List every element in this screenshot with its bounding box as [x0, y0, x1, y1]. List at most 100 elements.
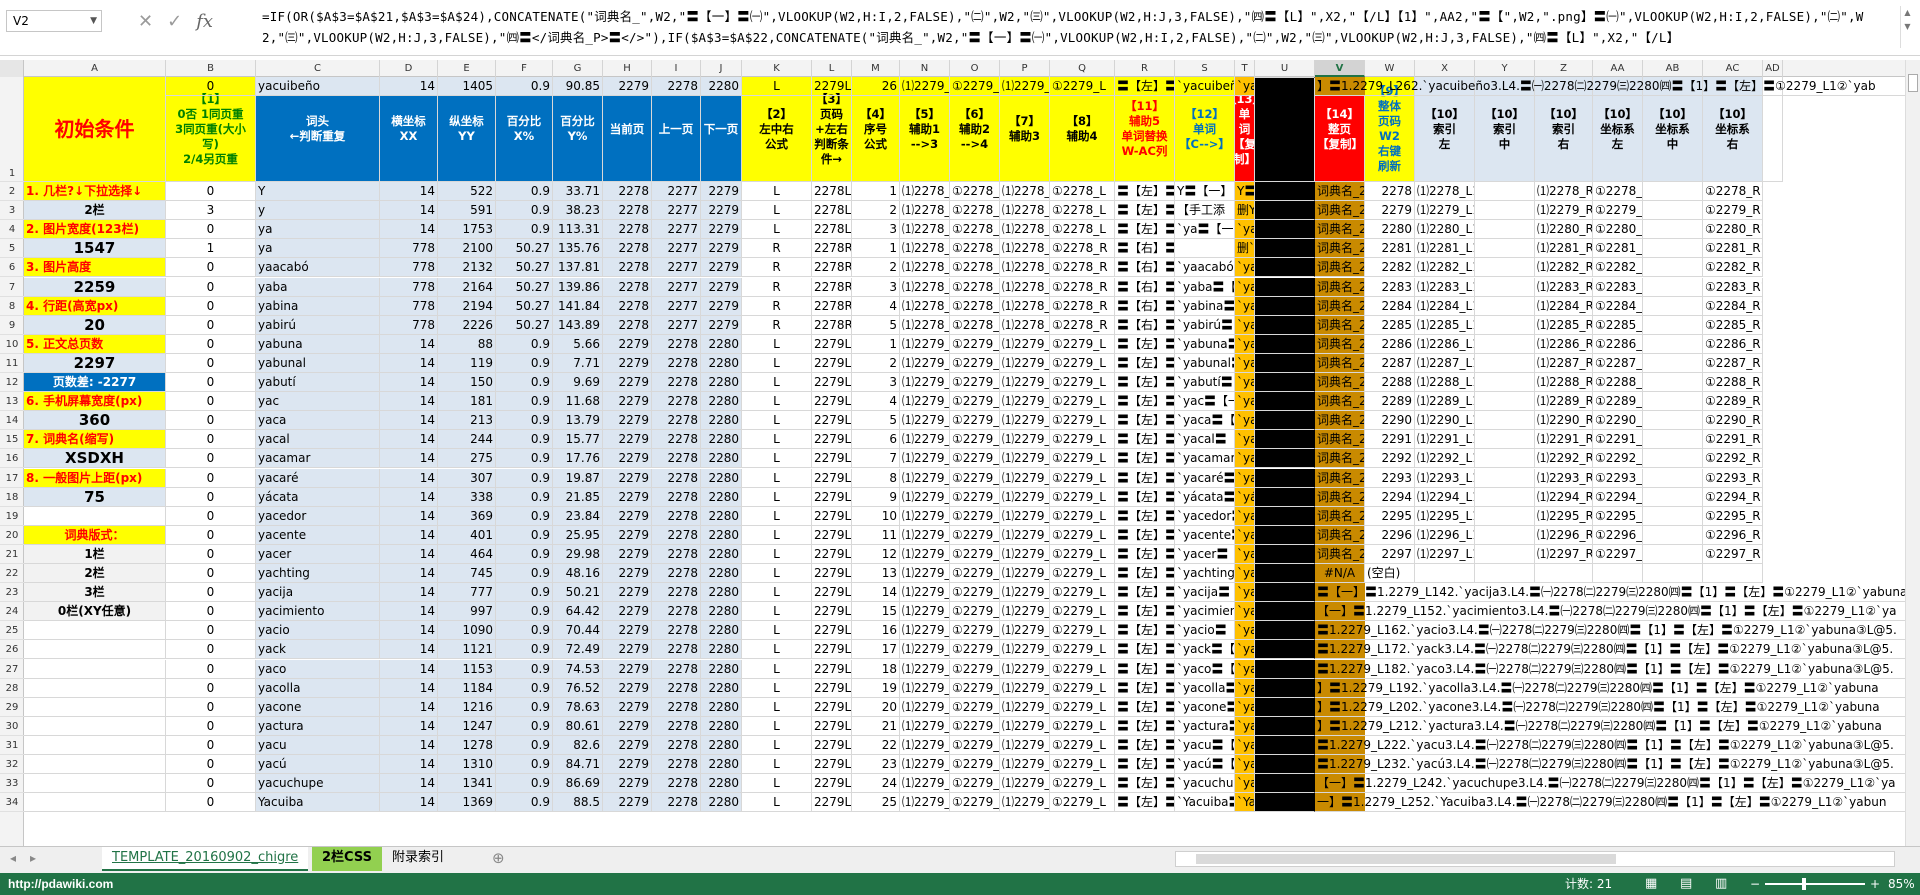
cell-C7[interactable]: yaba: [256, 277, 380, 297]
cell-U32[interactable]: [1255, 755, 1315, 775]
cell-N32[interactable]: ⑴2279_L: [900, 755, 950, 775]
cell-P13[interactable]: ⑴2279_L: [1000, 392, 1050, 412]
cell-U24[interactable]: [1255, 602, 1315, 622]
cell-W5[interactable]: 2281: [1365, 239, 1415, 259]
cell-S7[interactable]: `yaba〓【: [1175, 277, 1235, 297]
cell-H33[interactable]: 2279: [603, 774, 652, 794]
cell-AA20[interactable]: ①2296_L1: [1593, 525, 1643, 545]
cell-P15[interactable]: ⑴2279_L: [1000, 430, 1050, 450]
cell-D4[interactable]: 14: [380, 220, 438, 240]
cell-O2[interactable]: ①2278_L: [950, 182, 1000, 202]
cell-P17[interactable]: ⑴2279_L: [1000, 468, 1050, 488]
cell-X18[interactable]: ⑴2294_L1: [1415, 487, 1475, 507]
cell-I18[interactable]: 2278: [652, 487, 701, 507]
cell-I14[interactable]: 2278: [652, 411, 701, 431]
cell-A5[interactable]: 1547: [24, 239, 166, 259]
cell-E22[interactable]: 745: [438, 564, 496, 584]
cell-C3[interactable]: y: [256, 201, 380, 221]
cell-X6[interactable]: ⑴2282_L1: [1415, 258, 1475, 278]
cell-E30[interactable]: 1247: [438, 716, 496, 736]
cell-F16[interactable]: 0.9: [496, 449, 553, 469]
cell-D14[interactable]: 14: [380, 411, 438, 431]
column-header-Y[interactable]: Y: [1475, 60, 1535, 77]
cell-W2[interactable]: 2278: [1365, 182, 1415, 202]
cell-T2[interactable]: Y〓【一】: [1235, 182, 1255, 202]
row-header-23[interactable]: 23: [0, 583, 24, 603]
formula-scrollbar[interactable]: ▲ ▼: [1900, 6, 1914, 48]
cell-Q23[interactable]: ①2279_L: [1050, 583, 1115, 603]
cell-I28[interactable]: 2278: [652, 678, 701, 698]
cell-AA15[interactable]: ①2291_L1: [1593, 430, 1643, 450]
cell-U33[interactable]: [1255, 774, 1315, 794]
cell-J29[interactable]: 2280: [701, 697, 742, 717]
cell-P27[interactable]: ⑴2279_L: [1000, 659, 1050, 679]
cell-P30[interactable]: ⑴2279_L: [1000, 716, 1050, 736]
cell-AA2[interactable]: ①2278_L1: [1593, 182, 1643, 202]
cell-R35[interactable]: 〓【左】〓①: [1115, 77, 1175, 96]
cell-O15[interactable]: ①2279_L: [950, 430, 1000, 450]
cell-B35[interactable]: 0: [166, 77, 256, 96]
cell-AB8[interactable]: [1643, 296, 1703, 316]
cell-V15[interactable]: 词典名_22: [1315, 430, 1365, 450]
cell-T4[interactable]: `ya〓【一: [1235, 220, 1255, 240]
row-header-9[interactable]: 9: [0, 316, 24, 335]
cell-M28[interactable]: 19: [852, 678, 900, 698]
cell-R5[interactable]: 〓【右】〓①: [1115, 239, 1175, 259]
column-header-X[interactable]: X: [1415, 60, 1475, 77]
cell-AA16[interactable]: ①2292_L1: [1593, 449, 1643, 469]
cell-U3[interactable]: [1255, 201, 1315, 221]
cell-N29[interactable]: ⑴2279_L: [900, 697, 950, 717]
cell-I13[interactable]: 2278: [652, 392, 701, 412]
column-header-G[interactable]: G: [553, 60, 603, 77]
cell-T21[interactable]: `yacer〓【: [1235, 544, 1255, 564]
cell-C21[interactable]: yacer: [256, 544, 380, 564]
tab-prev-icon[interactable]: ◂: [10, 851, 16, 865]
cell-B24[interactable]: 0: [166, 602, 256, 622]
cell-E19[interactable]: 369: [438, 506, 496, 526]
cell-M21[interactable]: 12: [852, 544, 900, 564]
cell-N21[interactable]: ⑴2279_L: [900, 544, 950, 564]
cell-F34[interactable]: 0.9: [496, 793, 553, 813]
cell-Y22[interactable]: [1475, 564, 1535, 584]
cell-O23[interactable]: ①2279_L: [950, 583, 1000, 603]
cell-O17[interactable]: ①2279_L: [950, 468, 1000, 488]
cell-L31[interactable]: 2279L: [812, 735, 852, 755]
cell-AC19[interactable]: ①2295_R1②`Zuiderzee③: [1703, 506, 1763, 526]
cell-Z11[interactable]: ⑴2287_R1: [1535, 353, 1593, 373]
cell-L35[interactable]: 2279L: [812, 77, 852, 96]
cell-O19[interactable]: ①2279_L: [950, 506, 1000, 526]
cell-A22[interactable]: 2栏: [24, 564, 166, 584]
cell-N9[interactable]: ⑴2278_R: [900, 315, 950, 335]
cell-R3[interactable]: 〓【左】〓①: [1115, 201, 1175, 221]
cell-V9[interactable]: 词典名_22: [1315, 315, 1365, 335]
cell-E13[interactable]: 181: [438, 392, 496, 412]
cell-B32[interactable]: 0: [166, 755, 256, 775]
cell-K14[interactable]: L: [742, 411, 812, 431]
cell-F25[interactable]: 0.9: [496, 621, 553, 641]
cell-U31[interactable]: [1255, 735, 1315, 755]
cell-T25[interactable]: `yacio〓【: [1235, 621, 1255, 641]
cell-G30[interactable]: 80.61: [553, 716, 603, 736]
cell-Y7[interactable]: [1475, 277, 1535, 297]
cell-K29[interactable]: L: [742, 697, 812, 717]
zoom-slider-thumb[interactable]: [1802, 878, 1806, 890]
cell-K8[interactable]: R: [742, 296, 812, 316]
cell-P5[interactable]: ⑴2278_R: [1000, 239, 1050, 259]
cell-T34[interactable]: `Yacuiba〓: [1235, 793, 1255, 813]
cell-G8[interactable]: 141.84: [553, 296, 603, 316]
cell-E31[interactable]: 1278: [438, 735, 496, 755]
cell-J7[interactable]: 2279: [701, 277, 742, 297]
cell-B19[interactable]: 0: [166, 506, 256, 526]
cell-I22[interactable]: 2278: [652, 564, 701, 584]
cell-V11[interactable]: 词典名_22: [1315, 353, 1365, 373]
row-header-2[interactable]: 2: [0, 182, 24, 202]
cell-V12[interactable]: 词典名_22: [1315, 373, 1365, 393]
cell-J26[interactable]: 2280: [701, 640, 742, 660]
cell-A1[interactable]: 初始条件: [24, 77, 166, 182]
row-header-20[interactable]: 20: [0, 526, 24, 545]
cell-F23[interactable]: 0.9: [496, 583, 553, 603]
cell-X3[interactable]: ⑴2279_L1: [1415, 201, 1475, 221]
cell-U18[interactable]: [1255, 487, 1315, 507]
cell-AC4[interactable]: ①2280_R1②`yeguar③R: [1703, 220, 1763, 240]
cell-H13[interactable]: 2279: [603, 392, 652, 412]
